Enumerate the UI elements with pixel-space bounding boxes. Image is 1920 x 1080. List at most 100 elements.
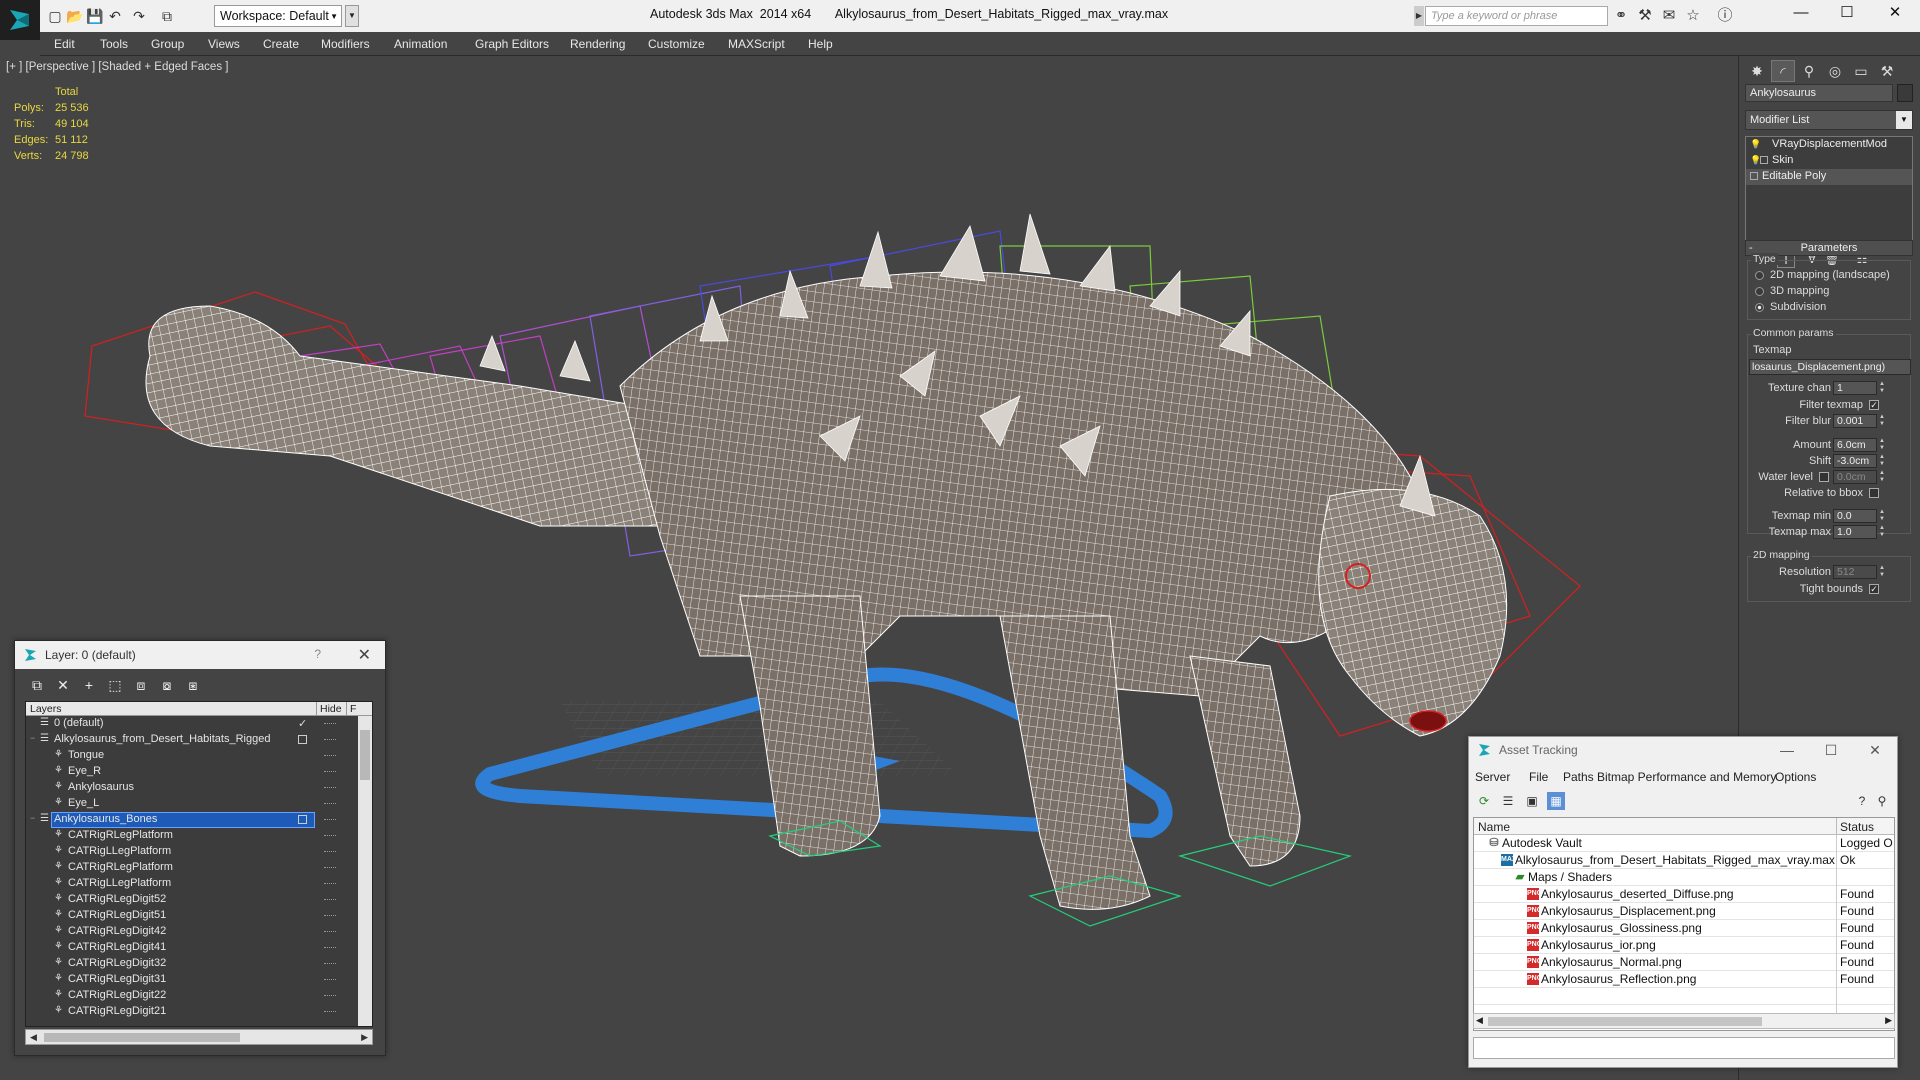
scroll-right-icon[interactable]: ▶ <box>1885 1015 1892 1026</box>
layer-name[interactable]: Tongue <box>66 749 106 763</box>
set-current-layer-box[interactable] <box>298 735 307 744</box>
menu-graph-editors[interactable]: Graph Editors <box>475 37 549 51</box>
search-input[interactable]: Type a keyword or phrase <box>1425 6 1608 26</box>
col-layers[interactable]: Layers <box>30 703 62 715</box>
tight-bounds-checkbox[interactable]: ✓ <box>1869 584 1879 594</box>
collapse-icon[interactable]: − <box>30 733 35 743</box>
refresh-icon[interactable]: ⟳ <box>1475 792 1493 810</box>
layer-horizontal-scrollbar[interactable]: ◀ ▶ <box>25 1029 373 1045</box>
asset-window-titlebar[interactable]: Asset Tracking — ☐ ✕ <box>1469 737 1897 763</box>
layer-object-row[interactable]: ⚘ CATRigLLegPlatform <box>26 876 372 892</box>
hide-toggle[interactable] <box>324 787 336 789</box>
motion-tab-icon[interactable]: ◎ <box>1823 60 1847 82</box>
hide-toggle[interactable] <box>324 915 336 917</box>
layer-object-row[interactable]: ⚘ Tongue <box>26 748 372 764</box>
hide-toggle[interactable] <box>324 995 336 997</box>
hide-toggle[interactable] <box>324 739 336 741</box>
asset-row[interactable]: PNG Ankylosaurus_deserted_Diffuse.png Foun… <box>1474 886 1894 903</box>
subscription-icon[interactable]: ⚒ <box>1636 7 1654 25</box>
menu-group[interactable]: Group <box>151 37 184 51</box>
help-icon[interactable]: ? <box>314 647 321 661</box>
layer-object-row[interactable]: ⚘ CATRigRLegDigit32 <box>26 956 372 972</box>
asset-horizontal-scrollbar[interactable]: ◀ ▶ <box>1473 1013 1895 1029</box>
asset-menu-bitmap[interactable]: Bitmap Performance and Memory <box>1597 770 1776 784</box>
freeze-all-icon[interactable]: ⧆ <box>183 675 203 695</box>
favorites-star-icon[interactable]: ☆ <box>1684 7 1702 25</box>
spinner-arrows-icon[interactable]: ▲ ▼ <box>1878 454 1886 468</box>
texmap-min-spinner[interactable]: 0.0 <box>1833 509 1877 523</box>
layer-name[interactable]: CATRigRLegDigit31 <box>66 973 168 987</box>
menu-customize[interactable]: Customize <box>648 37 705 51</box>
menu-tools[interactable]: Tools <box>100 37 128 51</box>
asset-row[interactable]: PNG Ankylosaurus_Displacement.png Found <box>1474 903 1894 920</box>
scroll-left-icon[interactable]: ◀ <box>1476 1015 1483 1026</box>
minimize-button[interactable]: — <box>1765 739 1809 761</box>
layer-object-row[interactable]: ⚘ CATRigRLegDigit22 <box>26 988 372 1004</box>
water-level-spinner[interactable]: 0.0cm <box>1833 470 1877 484</box>
texture-chan-spinner[interactable]: 1 <box>1833 381 1877 395</box>
layer-name[interactable]: CATRigRLegDigit42 <box>66 925 168 939</box>
hide-toggle[interactable] <box>324 819 336 821</box>
create-tab-icon[interactable]: ✸ <box>1745 60 1769 82</box>
layer-window-titlebar[interactable]: Layer: 0 (default) ? ✕ <box>15 641 385 669</box>
texmap-button[interactable]: losaurus_Displacement.png) <box>1749 359 1911 375</box>
layer-name[interactable]: 0 (default) <box>52 717 106 731</box>
hide-toggle[interactable] <box>324 947 336 949</box>
spinner-arrows-icon[interactable]: ▲ ▼ <box>1878 470 1886 484</box>
layer-row[interactable]: ☰ 0 (default) ✓ <box>26 716 372 732</box>
select-objects-icon[interactable]: ⬚ <box>105 675 125 695</box>
close-icon[interactable]: ✕ <box>358 645 371 665</box>
radio-3d-mapping[interactable]: 3D mapping <box>1755 285 1829 297</box>
layer-name[interactable]: CATRigLLegPlatform <box>66 845 173 859</box>
col-freeze[interactable]: F <box>350 703 356 715</box>
delete-layer-icon[interactable]: ✕ <box>53 675 73 695</box>
asset-path-field[interactable] <box>1473 1037 1895 1059</box>
texmap-max-spinner[interactable]: 1.0 <box>1833 525 1877 539</box>
scroll-right-icon[interactable]: ▶ <box>361 1032 368 1043</box>
help-icon[interactable]: ? <box>1853 792 1871 810</box>
hide-toggle[interactable] <box>324 803 336 805</box>
col-status[interactable]: Status <box>1840 820 1874 834</box>
asset-row[interactable]: PNG Ankylosaurus_ior.png Found <box>1474 937 1894 954</box>
asset-row[interactable]: PNG Ankylosaurus_Reflection.png Found <box>1474 971 1894 988</box>
asset-row[interactable]: PNG Ankylosaurus_Glossiness.png Found <box>1474 920 1894 937</box>
hide-toggle[interactable] <box>324 755 336 757</box>
hide-toggle[interactable] <box>324 867 336 869</box>
stack-item-vraydisplacement[interactable]: 💡 VRayDisplacementMod <box>1746 137 1912 153</box>
hide-toggle[interactable] <box>324 883 336 885</box>
amount-spinner[interactable]: 6.0cm <box>1833 438 1877 452</box>
create-layer-icon[interactable]: ⧉ <box>27 675 47 695</box>
search-expand-arrow[interactable]: ▶ <box>1414 6 1424 26</box>
col-name[interactable]: Name <box>1478 820 1510 834</box>
hide-toggle[interactable] <box>324 931 336 933</box>
shift-spinner[interactable]: -3.0cm <box>1833 454 1877 468</box>
layer-object-row[interactable]: ⚘ Eye_L <box>26 796 372 812</box>
layer-name[interactable]: Eye_R <box>66 765 103 779</box>
layer-object-row[interactable]: ⚘ CATRigRLegPlatform <box>26 828 372 844</box>
lightbulb-icon[interactable]: 💡 <box>1750 155 1761 166</box>
close-window-button[interactable]: ✕ <box>1872 0 1918 32</box>
layer-row[interactable]: − ☰ Ankylosaurus_Bones <box>26 812 372 828</box>
layer-name[interactable]: Alkylosaurus_from_Desert_Habitats_Rigged <box>52 733 272 747</box>
asset-menu-server[interactable]: Server <box>1475 770 1510 784</box>
expand-box-icon[interactable] <box>1760 156 1768 165</box>
modifier-list-dropdown[interactable]: Modifier List ▼ <box>1745 110 1913 130</box>
expand-box-icon[interactable] <box>1750 172 1758 181</box>
layer-name[interactable]: CATRigRLegDigit21 <box>66 1005 168 1019</box>
table-view-icon[interactable]: ▦ <box>1547 792 1565 810</box>
stack-item-editable-poly[interactable]: Editable Poly <box>1746 169 1912 185</box>
hide-toggle[interactable] <box>324 723 336 725</box>
layer-name[interactable]: CATRigRLegDigit51 <box>66 909 168 923</box>
menu-rendering[interactable]: Rendering <box>570 37 625 51</box>
thumbnail-view-icon[interactable]: ▣ <box>1523 792 1541 810</box>
layer-object-row[interactable]: ⚘ CATRigRLegDigit42 <box>26 924 372 940</box>
modify-tab-icon[interactable]: ◜ <box>1771 60 1795 82</box>
layer-object-row[interactable]: ⚘ CATRigRLegDigit31 <box>26 972 372 988</box>
lightbulb-icon[interactable]: 💡 <box>1750 139 1761 150</box>
pin-icon[interactable]: ⚲ <box>1873 792 1891 810</box>
spinner-arrows-icon[interactable]: ▲ ▼ <box>1878 414 1886 428</box>
menu-maxscript[interactable]: MAXScript <box>728 37 785 51</box>
relative-bbox-checkbox[interactable] <box>1869 488 1879 498</box>
new-file-icon[interactable]: ▢ <box>46 7 64 25</box>
object-name-field[interactable]: Ankylosaurus <box>1745 84 1893 102</box>
